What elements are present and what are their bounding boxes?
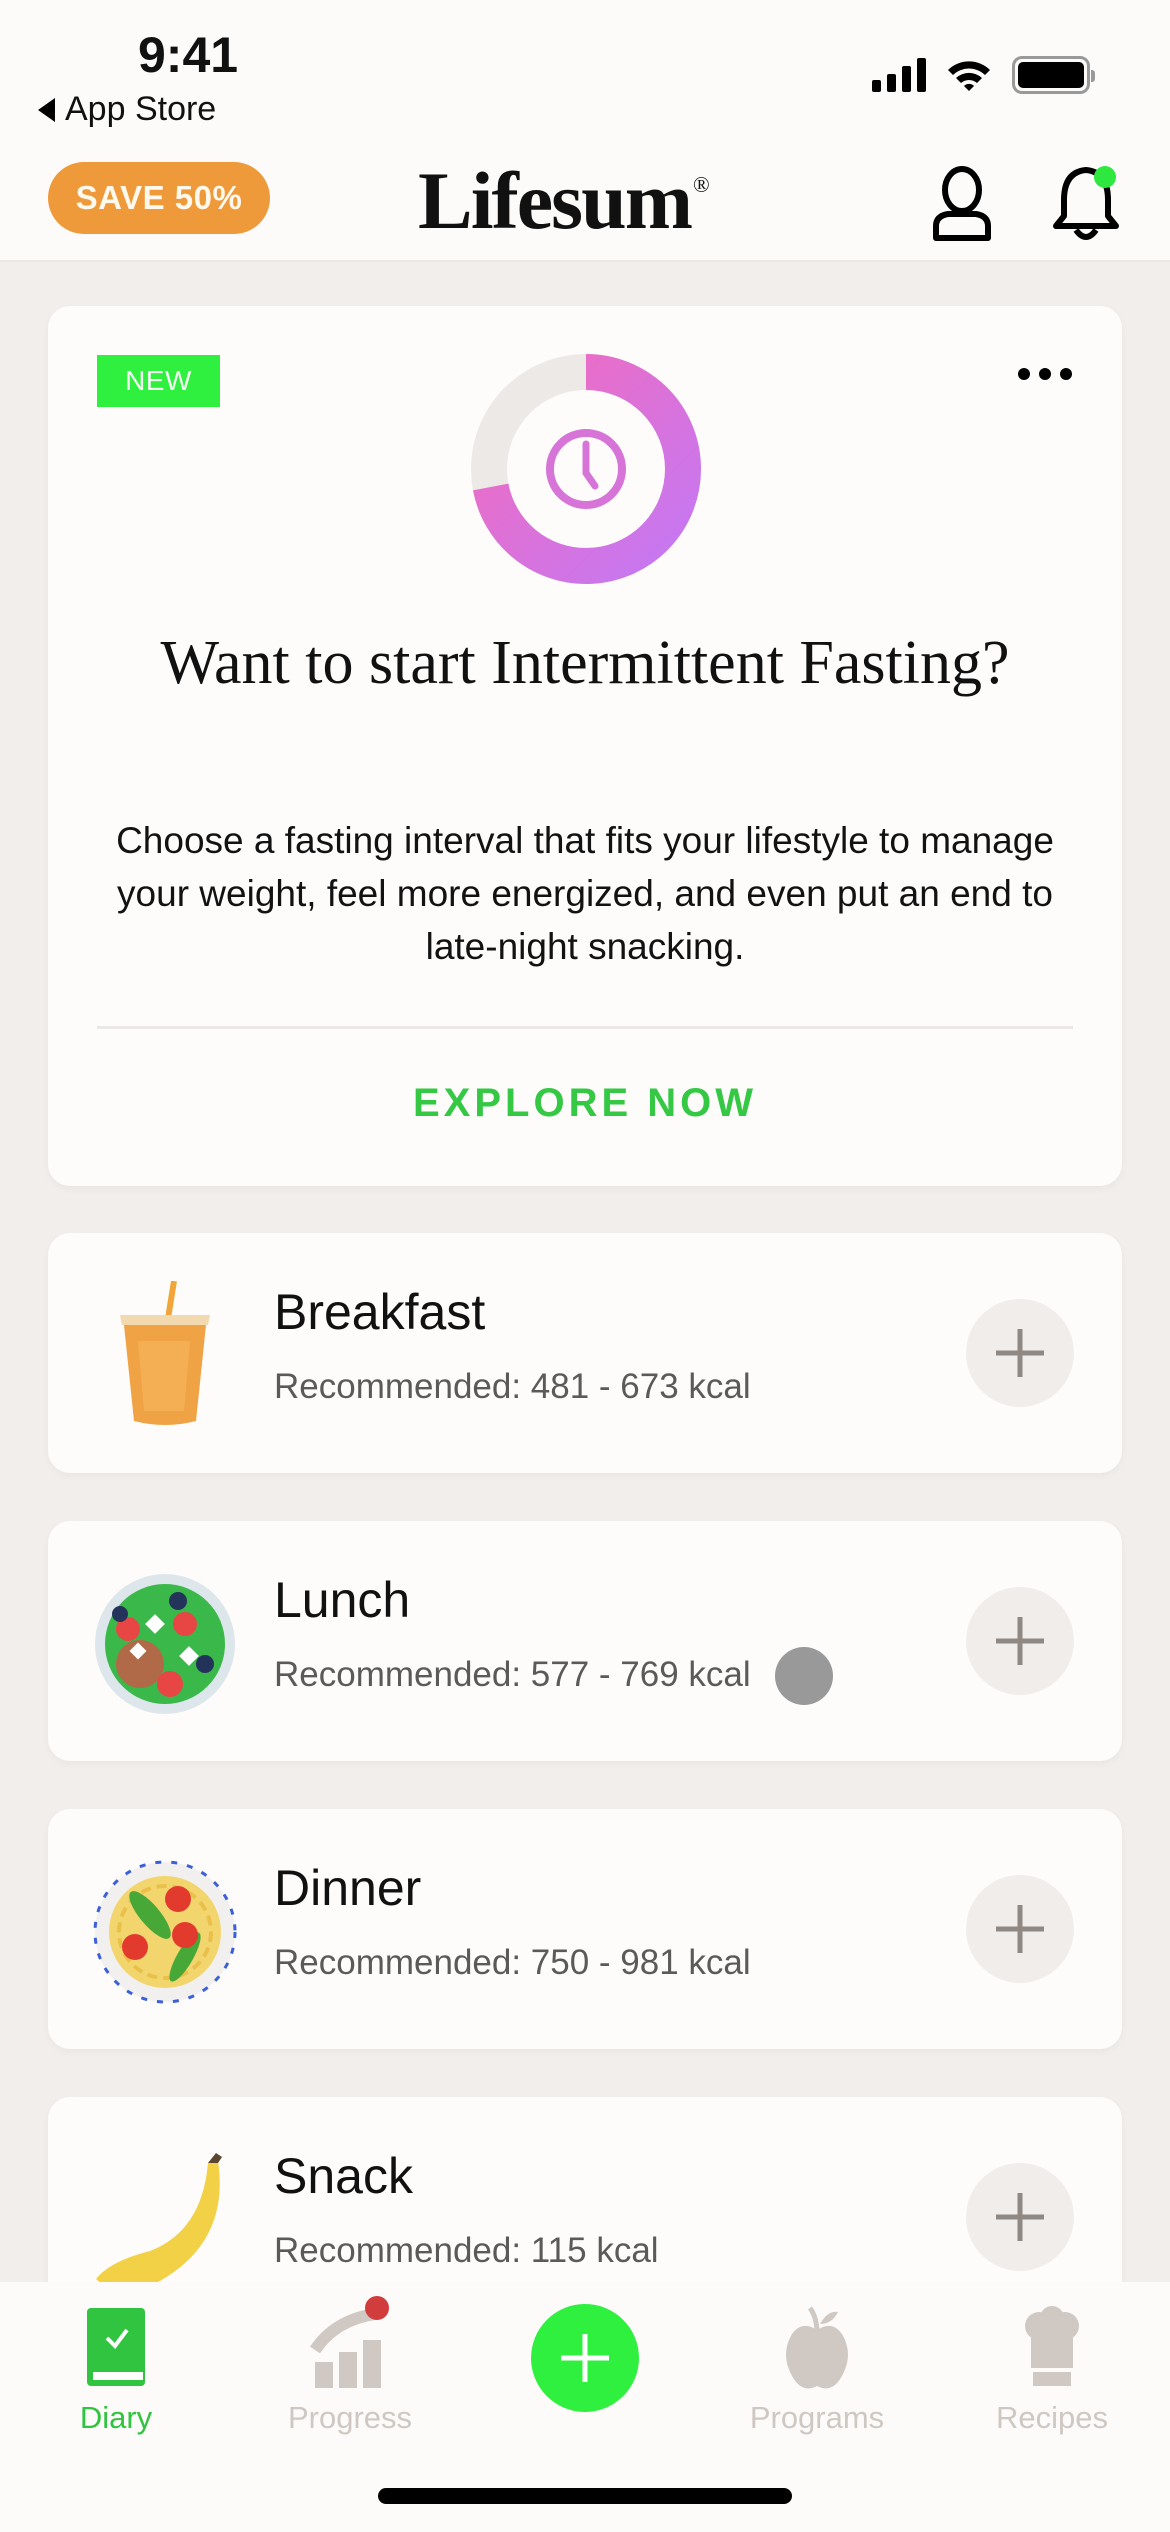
fasting-ring-icon — [471, 354, 701, 584]
plus-icon — [996, 1905, 1044, 1953]
quick-add-button[interactable] — [531, 2304, 639, 2412]
wifi-icon — [948, 61, 990, 91]
add-dinner-button[interactable] — [966, 1875, 1074, 1983]
meal-card-breakfast[interactable]: Breakfast Recommended: 481 - 673 kcal — [48, 1233, 1122, 1473]
meal-card-lunch[interactable]: Lunch Recommended: 577 - 769 kcal — [48, 1521, 1122, 1761]
meal-recommendation: Recommended: 115 kcal — [274, 2231, 659, 2270]
dot-icon — [1018, 368, 1030, 380]
salad-bowl-image — [95, 1574, 235, 1714]
status-bar: 9:41 App Store — [0, 0, 1170, 150]
more-options-button[interactable] — [1018, 368, 1072, 380]
dot-icon — [1039, 368, 1051, 380]
tab-label: Progress — [287, 2400, 413, 2435]
save-50-promo-button[interactable]: SAVE 50% — [48, 162, 270, 234]
pasta-plate-image — [93, 1860, 237, 2004]
meal-card-dinner[interactable]: Dinner Recommended: 750 - 981 kcal — [48, 1809, 1122, 2049]
battery-icon — [1012, 56, 1095, 94]
fasting-description: Choose a fasting interval that fits your… — [116, 820, 1054, 967]
plus-icon — [561, 2334, 609, 2382]
back-to-app-store[interactable]: App Store — [38, 90, 216, 129]
meal-recommendation: Recommended: 481 - 673 kcal — [274, 1367, 751, 1406]
fasting-title: Want to start Intermittent Fasting? — [160, 629, 1010, 697]
meal-name: Lunch — [274, 1572, 411, 1628]
add-snack-button[interactable] — [966, 2163, 1074, 2271]
meal-name: Dinner — [274, 1860, 422, 1916]
plus-icon — [996, 1617, 1044, 1665]
tab-programs[interactable]: Programs — [717, 2282, 917, 2436]
touch-indicator — [775, 1647, 833, 1705]
notifications-button[interactable] — [1050, 164, 1122, 244]
status-time: 9:41 — [138, 27, 239, 83]
tab-recipes[interactable]: Recipes — [952, 2282, 1152, 2436]
home-indicator[interactable] — [378, 2488, 792, 2504]
tab-progress[interactable]: Progress — [250, 2282, 450, 2436]
back-triangle-icon — [38, 97, 55, 122]
card-divider — [97, 1026, 1073, 1029]
tab-diary[interactable]: Diary — [16, 2282, 216, 2436]
progress-badge-dot — [365, 2296, 389, 2320]
meal-recommendation: Recommended: 750 - 981 kcal — [274, 1943, 751, 1982]
meal-name: Breakfast — [274, 1284, 486, 1340]
status-icons — [872, 56, 1095, 94]
diary-book-icon — [87, 2308, 145, 2386]
plus-icon — [996, 1329, 1044, 1377]
back-label: App Store — [65, 90, 217, 128]
add-lunch-button[interactable] — [966, 1587, 1074, 1695]
explore-now-button[interactable]: EXPLORE NOW — [48, 1081, 1122, 1126]
lifesum-logo: Lifesum® — [418, 154, 710, 248]
clock-hands — [582, 440, 599, 490]
notification-dot — [1094, 166, 1116, 188]
app-header: SAVE 50% Lifesum® — [0, 150, 1170, 262]
new-badge: NEW — [97, 355, 220, 407]
meal-name: Snack — [274, 2148, 413, 2204]
tab-label: Recipes — [996, 2400, 1108, 2435]
registered-mark: ® — [693, 171, 710, 197]
add-breakfast-button[interactable] — [966, 1299, 1074, 1407]
cellular-signal-icon — [872, 58, 926, 92]
logo-text: Lifesum — [418, 155, 693, 246]
chef-hat-icon — [1025, 2306, 1079, 2386]
tab-label: Diary — [79, 2400, 153, 2435]
meal-recommendation: Recommended: 577 - 769 kcal — [274, 1655, 751, 1694]
dot-icon — [1060, 368, 1072, 380]
plus-icon — [996, 2193, 1044, 2241]
tab-label: Programs — [749, 2400, 885, 2435]
banana-image — [96, 2153, 222, 2291]
iced-drink-image — [120, 1281, 210, 1425]
apple-icon — [786, 2306, 848, 2389]
intermittent-fasting-card: NEW Want to start Intermittent Fasting? … — [48, 306, 1122, 1186]
person-icon — [933, 166, 991, 241]
profile-button[interactable] — [926, 164, 998, 244]
